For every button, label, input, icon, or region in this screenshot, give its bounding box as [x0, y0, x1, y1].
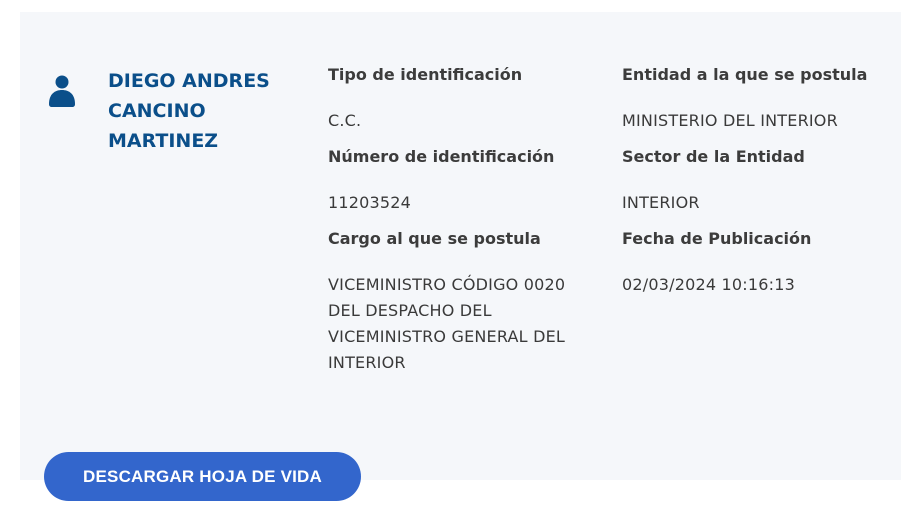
sector-value: INTERIOR: [622, 193, 700, 212]
cargo-label: Cargo al que se postula: [328, 229, 541, 248]
details-column-right: Entidad a la que se postula MINISTERIO D…: [622, 60, 892, 308]
tipo-identificacion-value: C.C.: [328, 111, 362, 130]
numero-identificacion-value: 11203524: [328, 193, 412, 212]
details-column-left: Tipo de identificación C.C. Número de id…: [328, 60, 598, 386]
fecha-publicacion-value: 02/03/2024 10:16:13: [622, 275, 795, 294]
tipo-identificacion-label: Tipo de identificación: [328, 65, 523, 84]
fecha-publicacion-label: Fecha de Publicación: [622, 229, 812, 248]
entidad-value: MINISTERIO DEL INTERIOR: [622, 111, 838, 130]
candidate-name: DIEGO ANDRES CANCINO MARTINEZ: [108, 70, 270, 152]
numero-identificacion-label: Número de identificación: [328, 147, 555, 166]
sector-label: Sector de la Entidad: [622, 147, 805, 166]
download-cv-button[interactable]: DESCARGAR HOJA DE VIDA: [44, 452, 361, 501]
entidad-label: Entidad a la que se postula: [622, 65, 868, 84]
cargo-value: VICEMINISTRO CÓDIGO 0020 DEL DESPACHO DE…: [328, 275, 566, 372]
user-icon: [49, 75, 75, 107]
